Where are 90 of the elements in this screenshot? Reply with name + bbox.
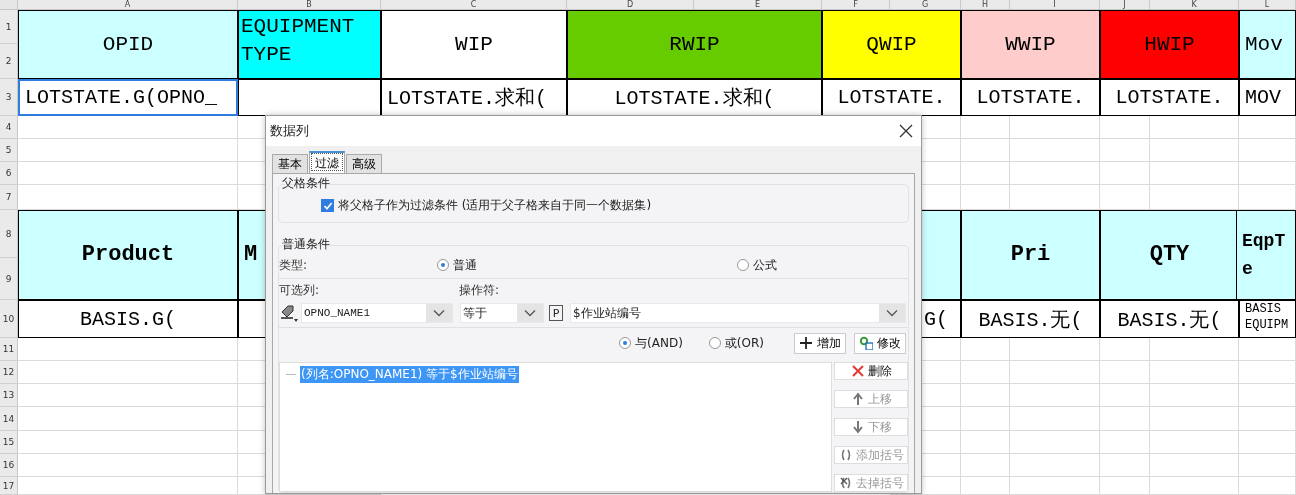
group-title: 父格条件 [281,176,331,190]
remove-parentheses-icon [838,476,853,490]
row-header[interactable]: 5 [0,139,18,162]
check-icon [322,200,333,211]
spreadsheet-cell[interactable]: EQUIPMENT TYPE [238,10,381,79]
gear-icon [859,336,873,350]
spreadsheet-cell[interactable]: WIP [381,10,567,79]
spreadsheet-cell[interactable]: Pri [961,210,1100,300]
spreadsheet-cell[interactable]: LOTSTATE.求和( [381,79,567,116]
add-button[interactable]: 增加 [794,332,846,354]
row-header[interactable]: 14 [0,407,18,431]
row-header[interactable]: 16 [0,454,18,477]
spreadsheet-cell[interactable]: BASIS EQUIPM [1239,300,1296,338]
radio-label[interactable]: 普通 [453,256,477,274]
chevron-down-icon [433,309,445,317]
row-header[interactable]: 15 [0,431,18,454]
tab[interactable]: 过滤 [309,151,345,173]
row-header[interactable]: 7 [0,185,18,210]
row-header[interactable]: 13 [0,384,18,407]
chevron-down-icon [886,309,898,317]
spreadsheet-cell[interactable]: BASIS.无( [961,300,1100,338]
row-header[interactable]: 11 [0,338,18,361]
edit-button[interactable]: 修改 [854,332,906,354]
spreadsheet-cell[interactable]: Mov [1239,10,1296,79]
spreadsheet-cell[interactable]: RWIP [567,10,822,79]
column-header[interactable]: G [890,0,961,10]
column-header[interactable]: C [381,0,567,10]
row-header[interactable]: 6 [0,162,18,185]
up-arrow-icon [850,392,865,406]
column-header[interactable]: B [238,0,381,10]
row-header[interactable]: 2 [0,44,18,79]
spreadsheet-cell[interactable]: LOTSTATE. [822,79,961,116]
row-header[interactable]: 9 [0,258,18,300]
spreadsheet-cell[interactable]: LOTSTATE. [1100,79,1239,116]
window-title: 数据列 [270,122,309,140]
group-title: 普通条件 [281,237,331,251]
radio-button[interactable] [437,259,449,271]
chevron-down-icon [524,309,536,317]
column-header[interactable]: K [1150,0,1239,10]
column-header[interactable]: I [1010,0,1100,10]
checkbox[interactable] [321,199,334,212]
column-header[interactable]: A [18,0,238,10]
spreadsheet-cell[interactable]: MOV [1239,79,1296,116]
row-header[interactable]: 10 [0,300,18,338]
spreadsheet-cell[interactable]: EqpT e [1236,210,1296,300]
select-all-corner[interactable] [0,0,18,10]
field-label: 可选列: [279,281,321,299]
close-icon [899,124,913,138]
radio-label[interactable]: 公式 [753,256,777,274]
radio-label[interactable]: 与(AND) [635,334,683,352]
radio-label[interactable]: 或(OR) [724,334,764,352]
row-header[interactable]: 17 [0,477,18,495]
column-header[interactable]: H [961,0,1010,10]
spreadsheet-cell[interactable]: HWIP [1100,10,1239,79]
parameter-icon[interactable]: P [549,305,563,321]
spreadsheet-cell[interactable]: WWIP [961,10,1100,79]
column-header[interactable]: L [1239,0,1296,10]
spreadsheet-cell[interactable]: QWIP [822,10,961,79]
radio-button[interactable] [619,337,632,349]
tab[interactable]: 高级 [346,154,382,173]
radio-button[interactable] [737,259,749,271]
spreadsheet-cell[interactable]: Product [18,210,238,300]
spreadsheet-cell[interactable]: LOTSTATE.G(OPNO_ [18,79,238,116]
spreadsheet-cell[interactable]: LOTSTATE.求和( [567,79,822,116]
row-header[interactable]: 3 [0,79,18,116]
field-type-icon [279,303,299,323]
row-header[interactable]: 8 [0,210,18,258]
column-header[interactable]: J [1100,0,1150,10]
delete-icon [850,364,865,378]
spreadsheet-cell[interactable]: OPID [18,10,238,79]
row-header[interactable]: 4 [0,116,18,139]
radio-button[interactable] [708,337,721,349]
column-header[interactable]: D [567,0,694,10]
column-header[interactable]: E [694,0,822,10]
column-header[interactable]: F [822,0,890,10]
tab[interactable]: 基本 [272,154,308,173]
spreadsheet-cell[interactable]: QTY [1100,210,1239,300]
spreadsheet-cell[interactable]: LOTSTATE. [961,79,1100,116]
spreadsheet-cell[interactable]: BASIS.无( [1100,300,1239,338]
value-dropdown[interactable]: $作业站编号 [570,303,906,323]
plus-icon [799,336,813,350]
column-dropdown[interactable]: OPNO_NAME1 [301,303,453,323]
field-label: 操作符: [459,281,500,299]
spreadsheet-cell[interactable]: BASIS.G( [18,300,238,338]
field-label: 类型: [279,256,309,274]
delete-button[interactable]: 删除 [834,362,908,380]
down-arrow-icon [850,420,865,434]
row-header[interactable]: 12 [0,361,18,384]
operator-dropdown[interactable]: 等于 [460,303,544,323]
row-header[interactable]: 1 [0,10,18,44]
